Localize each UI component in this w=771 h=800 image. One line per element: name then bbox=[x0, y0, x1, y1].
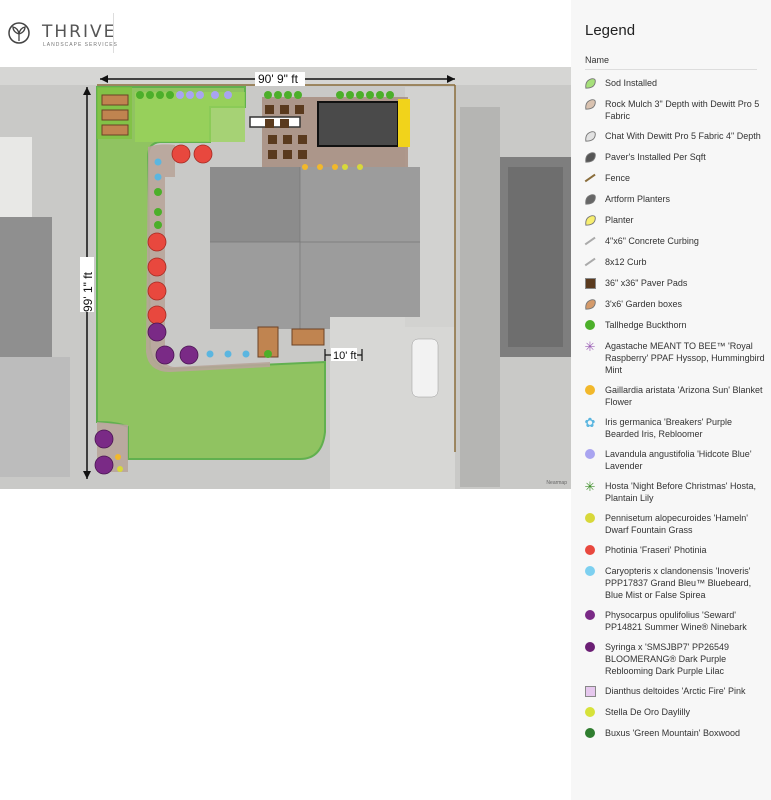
circle-icon bbox=[583, 608, 597, 622]
legend-header-divider bbox=[585, 69, 757, 70]
legend-title: Legend bbox=[585, 22, 636, 39]
legend-item[interactable]: 4"x6" Concrete Curbing bbox=[583, 232, 767, 248]
flower-icon: ✿ bbox=[584, 414, 596, 430]
legend-item[interactable]: Stella De Oro Daylilly bbox=[583, 703, 767, 719]
legend-item[interactable]: ✳ Hosta 'Night Before Christmas' Hosta, P… bbox=[583, 477, 767, 504]
legend-item[interactable]: Lavandula angustifolia 'Hidcote Blue' La… bbox=[583, 445, 767, 472]
legend-item[interactable]: 36" x36" Paver Pads bbox=[583, 274, 767, 290]
legend-list: Sod Installed Rock Mulch 3" Depth with De… bbox=[583, 74, 767, 745]
leaf-icon bbox=[583, 297, 597, 311]
legend-item-label: Photinia 'Fraseri' Photinia bbox=[605, 545, 707, 555]
circle-icon bbox=[583, 564, 597, 578]
legend-item[interactable]: Photinia 'Fraseri' Photinia bbox=[583, 541, 767, 557]
dimension-left-label: 99' 1" ft bbox=[81, 271, 95, 312]
circle-icon bbox=[583, 318, 597, 332]
legend-item-label: Agastache MEANT TO BEE™ 'Royal Raspberry… bbox=[605, 341, 765, 375]
line-icon bbox=[583, 255, 597, 269]
leaf-icon bbox=[583, 97, 597, 111]
legend-item-label: Hosta 'Night Before Christmas' Hosta, Pl… bbox=[605, 481, 756, 503]
leaf-icon bbox=[583, 76, 597, 90]
map-credit: Nearmap bbox=[546, 480, 567, 486]
legend-item[interactable]: Dianthus deltoides 'Arctic Fire' Pink bbox=[583, 682, 767, 698]
legend-item-label: Chat With Dewitt Pro 5 Fabric 4" Depth bbox=[605, 131, 761, 141]
legend-item-label: 8x12 Curb bbox=[605, 257, 647, 267]
line-icon bbox=[583, 234, 597, 248]
legend-item[interactable]: Caryopteris x clandonensis 'Inoveris' PP… bbox=[583, 562, 767, 601]
legend-item[interactable]: Syringa x 'SMSJBP7' PP26549 BLOOMERANG® … bbox=[583, 638, 767, 677]
brand-tagline: LANDSCAPE SERVICES bbox=[43, 42, 118, 48]
legend-item-label: Syringa x 'SMSJBP7' PP26549 BLOOMERANG® … bbox=[605, 642, 730, 676]
legend-item[interactable]: Planter bbox=[583, 211, 767, 227]
dimension-top-label: 90' 9" ft bbox=[258, 72, 299, 86]
legend-item-label: Physocarpus opulifolius 'Seward' PP14821… bbox=[605, 610, 747, 632]
circle-icon bbox=[583, 640, 597, 654]
legend-item-label: 4"x6" Concrete Curbing bbox=[605, 236, 699, 246]
legend-item[interactable]: Physocarpus opulifolius 'Seward' PP14821… bbox=[583, 606, 767, 633]
legend-item-label: Lavandula angustifolia 'Hidcote Blue' La… bbox=[605, 449, 752, 471]
legend-item-label: 3'x6' Garden boxes bbox=[605, 299, 682, 309]
legend-item[interactable]: Artform Planters bbox=[583, 190, 767, 206]
square-icon bbox=[583, 276, 597, 290]
legend-item[interactable]: Fence bbox=[583, 169, 767, 185]
legend-item[interactable]: 8x12 Curb bbox=[583, 253, 767, 269]
line-icon bbox=[583, 171, 597, 185]
legend-item-label: Pennisetum alopecuroides 'Hameln' Dwarf … bbox=[605, 513, 749, 535]
company-logo: THRIVE LANDSCAPE SERVICES bbox=[8, 20, 118, 52]
legend-item[interactable]: Tallhedge Buckthorn bbox=[583, 316, 767, 332]
site-plan-drawing: 90' 9" ft 99' 1" ft 10' ft bbox=[0, 67, 571, 489]
legend-item-label: 36" x36" Paver Pads bbox=[605, 278, 688, 288]
legend-item-label: Caryopteris x clandonensis 'Inoveris' PP… bbox=[605, 566, 752, 600]
legend-panel: Legend Name Sod Installed Rock Mulch 3" D… bbox=[571, 0, 771, 800]
legend-item[interactable]: Chat With Dewitt Pro 5 Fabric 4" Depth bbox=[583, 127, 767, 143]
site-plan-map[interactable]: 90' 9" ft 99' 1" ft 10' ft Nearmap bbox=[0, 67, 571, 489]
legend-item-label: Fence bbox=[605, 173, 631, 183]
legend-item-label: Artform Planters bbox=[605, 194, 671, 204]
legend-column-header: Name bbox=[585, 55, 610, 65]
circle-icon bbox=[583, 511, 597, 525]
asterisk-icon: ✳ bbox=[584, 478, 596, 494]
circle-icon bbox=[583, 543, 597, 557]
legend-item-label: Rock Mulch 3" Depth with Dewitt Pro 5 Fa… bbox=[605, 99, 760, 121]
legend-item-label: Gaillardia aristata 'Arizona Sun' Blanke… bbox=[605, 385, 763, 407]
legend-item-label: Iris germanica 'Breakers' Purple Bearded… bbox=[605, 417, 732, 439]
legend-item[interactable]: Rock Mulch 3" Depth with Dewitt Pro 5 Fa… bbox=[583, 95, 767, 122]
legend-item[interactable]: ✿ Iris germanica 'Breakers' Purple Bearde… bbox=[583, 413, 767, 440]
circle-icon bbox=[583, 383, 597, 397]
dimension-inner-label: 10' ft bbox=[333, 350, 357, 362]
leaf-icon bbox=[583, 150, 597, 164]
leaf-icon bbox=[583, 192, 597, 206]
legend-item-label: Paver's Installed Per Sqft bbox=[605, 152, 706, 162]
legend-item[interactable]: Buxus 'Green Mountain' Boxwood bbox=[583, 724, 767, 740]
header-divider bbox=[113, 13, 114, 53]
legend-item[interactable]: Sod Installed bbox=[583, 74, 767, 90]
legend-item-label: Buxus 'Green Mountain' Boxwood bbox=[605, 728, 741, 738]
brand-name: THRIVE bbox=[42, 22, 117, 42]
circle-icon bbox=[583, 447, 597, 461]
legend-item[interactable]: ✳ Agastache MEANT TO BEE™ 'Royal Raspberr… bbox=[583, 337, 767, 376]
legend-item-label: Stella De Oro Daylilly bbox=[605, 707, 691, 717]
leaf-icon bbox=[583, 129, 597, 143]
leaf-icon bbox=[583, 213, 597, 227]
legend-item[interactable]: 3'x6' Garden boxes bbox=[583, 295, 767, 311]
legend-item-label: Planter bbox=[605, 215, 634, 225]
square-icon bbox=[583, 684, 597, 698]
legend-item[interactable]: Gaillardia aristata 'Arizona Sun' Blanke… bbox=[583, 381, 767, 408]
asterisk-icon: ✳ bbox=[584, 338, 596, 354]
legend-item[interactable]: Pennisetum alopecuroides 'Hameln' Dwarf … bbox=[583, 509, 767, 536]
circle-icon bbox=[583, 705, 597, 719]
legend-item-label: Sod Installed bbox=[605, 78, 658, 88]
circle-icon bbox=[583, 726, 597, 740]
leaf-logo-icon bbox=[8, 22, 30, 44]
legend-item-label: Tallhedge Buckthorn bbox=[605, 320, 687, 330]
legend-item[interactable]: Paver's Installed Per Sqft bbox=[583, 148, 767, 164]
legend-item-label: Dianthus deltoides 'Arctic Fire' Pink bbox=[605, 686, 746, 696]
